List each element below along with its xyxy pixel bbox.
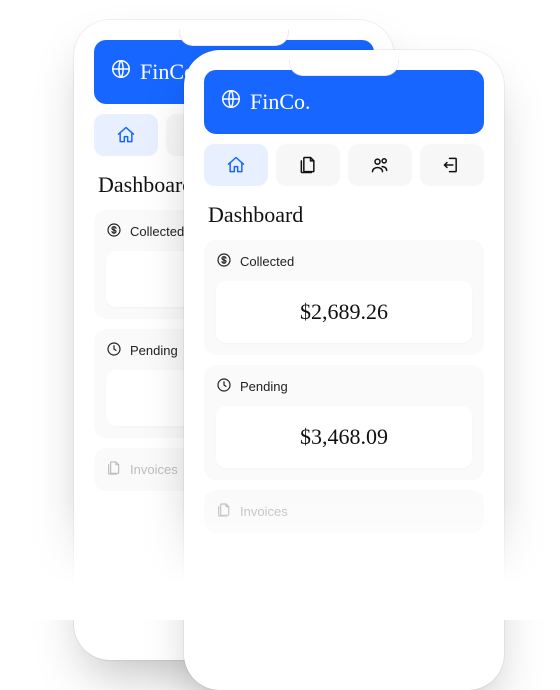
brand-name: FinCo.	[250, 89, 311, 115]
invoices-icon	[106, 460, 122, 479]
nav-people[interactable]	[348, 144, 412, 186]
card-pending-value: $3,468.09	[216, 406, 472, 468]
clock-icon	[216, 377, 232, 396]
invoices-icon	[216, 502, 232, 521]
phone-notch	[289, 60, 399, 76]
card-pending: Pending $3,468.09	[204, 365, 484, 480]
logout-icon	[442, 155, 462, 175]
nav-bar	[204, 144, 484, 186]
card-collected-value: $2,689.26	[216, 281, 472, 343]
app-header: FinCo.	[204, 70, 484, 134]
card-pending-label: Pending	[130, 343, 178, 358]
globe-icon	[220, 88, 242, 116]
people-icon	[369, 155, 391, 175]
card-invoices-label: Invoices	[130, 462, 178, 477]
nav-home[interactable]	[94, 114, 158, 156]
phone-mockup-front: FinCo.	[184, 50, 504, 690]
home-icon	[116, 125, 136, 145]
nav-documents[interactable]	[276, 144, 340, 186]
card-pending-label: Pending	[240, 379, 288, 394]
card-invoices-label: Invoices	[240, 504, 288, 519]
card-collected: Collected $2,689.26	[204, 240, 484, 355]
nav-logout[interactable]	[420, 144, 484, 186]
nav-home[interactable]	[204, 144, 268, 186]
card-collected-label: Collected	[130, 224, 184, 239]
page-title: Dashboard	[204, 196, 484, 230]
dollar-icon	[216, 252, 232, 271]
card-invoices: Invoices	[204, 490, 484, 533]
globe-icon	[110, 58, 132, 86]
phone-notch	[179, 30, 289, 46]
card-collected-label: Collected	[240, 254, 294, 269]
clock-icon	[106, 341, 122, 360]
dollar-icon	[106, 222, 122, 241]
home-icon	[226, 155, 246, 175]
documents-icon	[298, 155, 318, 175]
